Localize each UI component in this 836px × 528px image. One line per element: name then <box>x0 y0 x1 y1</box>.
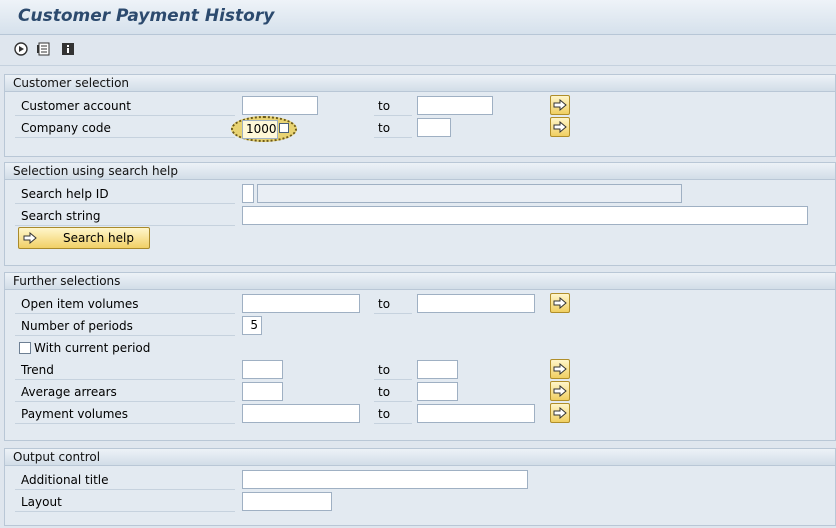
trend-from-field[interactable] <box>242 360 283 379</box>
to-label: to <box>374 382 412 402</box>
arrow-right-icon <box>23 232 37 244</box>
customer-account-label: Customer account <box>15 96 235 116</box>
company-code-label: Company code <box>15 118 235 138</box>
info-icon[interactable] <box>59 40 77 58</box>
group-header: Output control <box>5 449 835 466</box>
trend-label: Trend <box>15 360 235 380</box>
number-of-periods-field[interactable]: 5 <box>242 316 262 335</box>
to-label: to <box>374 118 412 138</box>
search-help-id-field[interactable] <box>242 184 254 203</box>
arrow-right-icon <box>553 363 567 375</box>
arrow-right-icon <box>553 297 567 309</box>
group-header: Selection using search help <box>5 163 835 180</box>
open-item-volumes-label: Open item volumes <box>15 294 235 314</box>
search-help-button[interactable]: Search help <box>18 227 150 249</box>
multiple-selection-button[interactable] <box>550 359 570 379</box>
application-toolbar <box>0 35 836 66</box>
with-current-period-checkbox[interactable] <box>19 342 31 354</box>
average-arrears-from-field[interactable] <box>242 382 283 401</box>
variant-icon[interactable] <box>35 40 53 58</box>
arrow-right-icon <box>553 99 567 111</box>
arrow-right-icon <box>553 121 567 133</box>
search-string-field[interactable] <box>242 206 808 225</box>
with-current-period-label: With current period <box>34 341 151 355</box>
execute-icon[interactable] <box>12 40 30 58</box>
open-item-volumes-to-field[interactable] <box>417 294 535 313</box>
search-help-id-label: Search help ID <box>15 184 235 204</box>
additional-title-field[interactable] <box>242 470 528 489</box>
layout-label: Layout <box>15 492 235 512</box>
to-label: to <box>374 404 412 424</box>
search-help-button-label: Search help <box>63 231 134 245</box>
additional-title-label: Additional title <box>15 470 235 490</box>
value-help-icon[interactable] <box>279 123 289 133</box>
number-of-periods-label: Number of periods <box>15 316 235 336</box>
search-help-description-field <box>257 184 682 203</box>
company-code-to-field[interactable] <box>417 118 451 137</box>
group-header: Customer selection <box>5 75 835 92</box>
average-arrears-to-field[interactable] <box>417 382 458 401</box>
average-arrears-label: Average arrears <box>15 382 235 402</box>
customer-account-from-field[interactable] <box>242 96 318 115</box>
payment-volumes-to-field[interactable] <box>417 404 535 423</box>
group-title: Output control <box>13 450 101 464</box>
page-title: Customer Payment History <box>18 6 275 26</box>
trend-to-field[interactable] <box>417 360 458 379</box>
arrow-right-icon <box>553 385 567 397</box>
multiple-selection-button[interactable] <box>550 95 570 115</box>
multiple-selection-button[interactable] <box>550 403 570 423</box>
group-title: Customer selection <box>13 76 130 90</box>
layout-field[interactable] <box>242 492 332 511</box>
search-string-label: Search string <box>15 206 235 226</box>
group-header: Further selections <box>5 273 835 290</box>
to-label: to <box>374 294 412 314</box>
payment-volumes-label: Payment volumes <box>15 404 235 424</box>
open-item-volumes-from-field[interactable] <box>242 294 360 313</box>
multiple-selection-button[interactable] <box>550 117 570 137</box>
payment-volumes-from-field[interactable] <box>242 404 360 423</box>
multiple-selection-button[interactable] <box>550 381 570 401</box>
customer-account-to-field[interactable] <box>417 96 493 115</box>
to-label: to <box>374 360 412 380</box>
group-title: Selection using search help <box>13 164 178 178</box>
to-label: to <box>374 96 412 116</box>
company-code-from-field[interactable]: 1000 <box>242 120 278 139</box>
arrow-right-icon <box>553 407 567 419</box>
group-title: Further selections <box>13 274 121 288</box>
multiple-selection-button[interactable] <box>550 293 570 313</box>
